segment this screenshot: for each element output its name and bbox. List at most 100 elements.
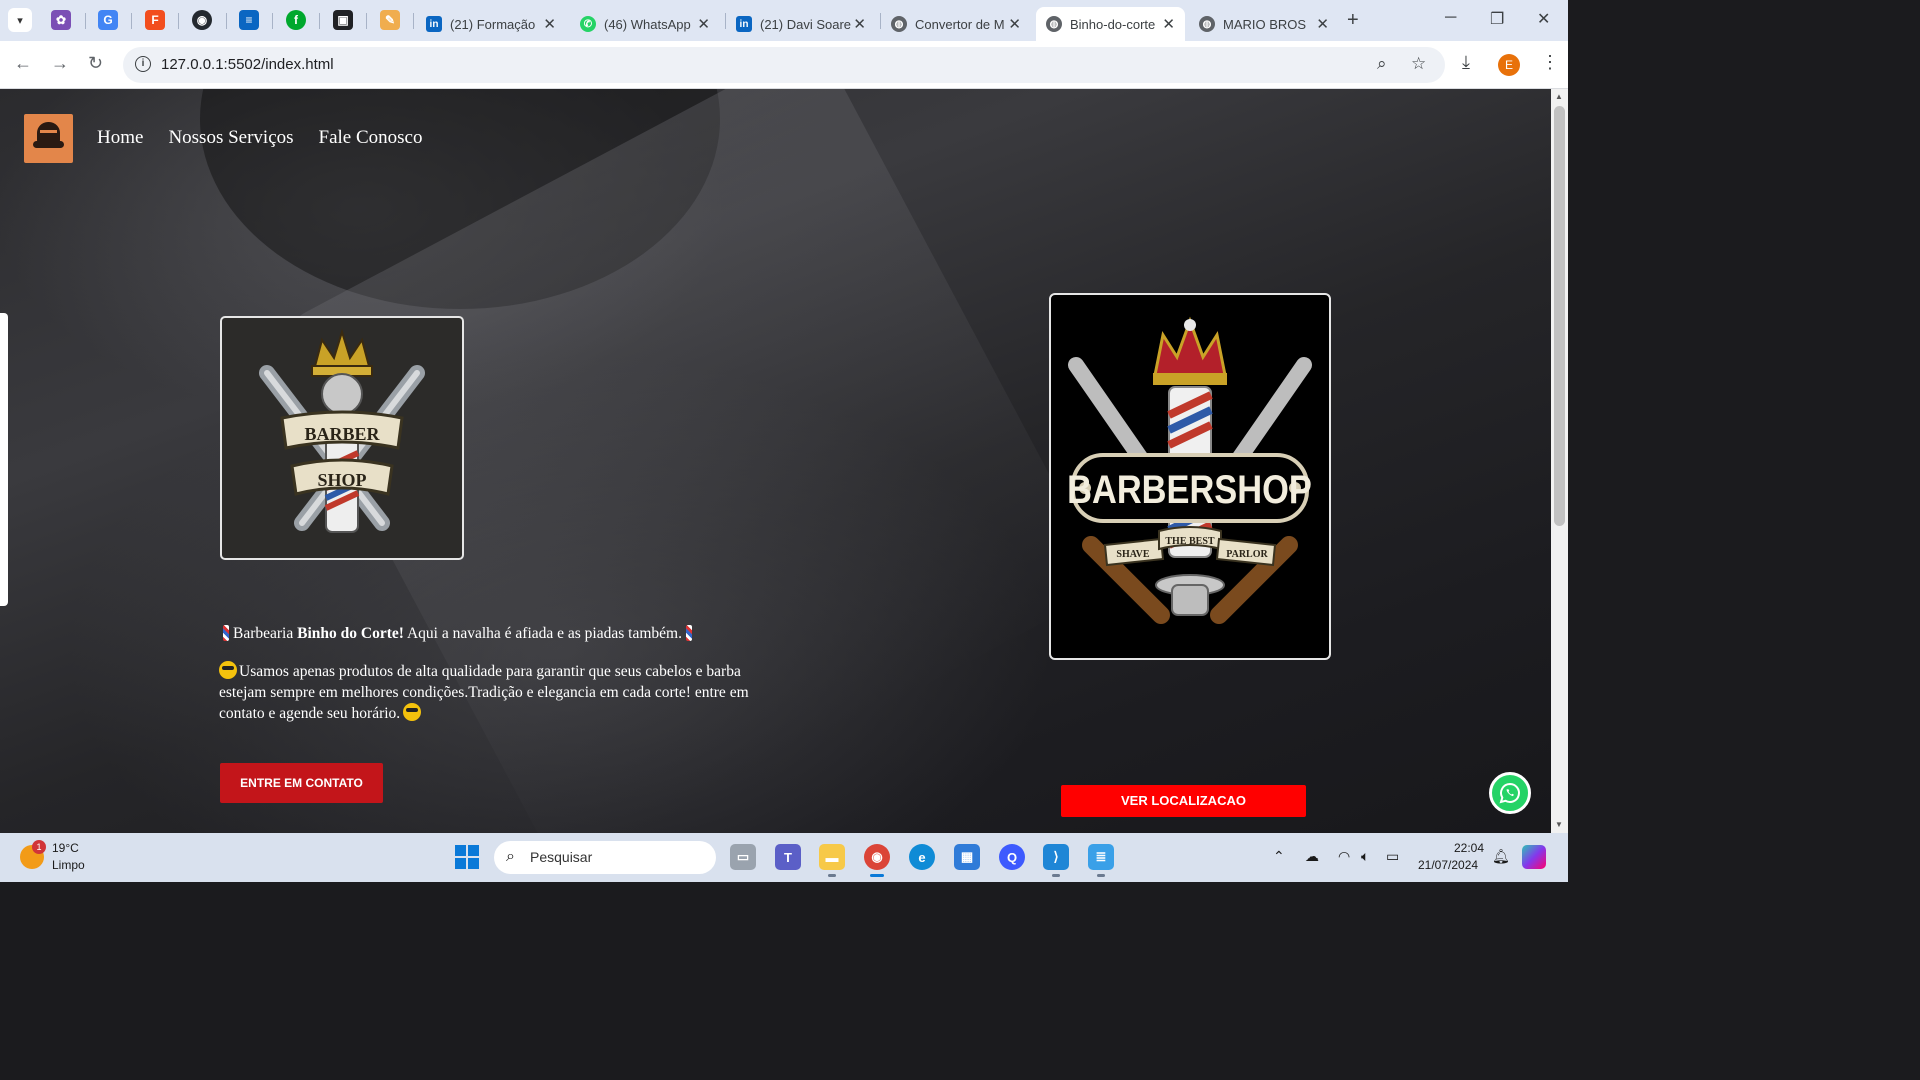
pinned-tab-github[interactable]: ◉ xyxy=(192,10,212,30)
shop-name: Binho do Corte! xyxy=(297,625,404,642)
intro-line: Barbearia Binho do Corte! Aqui a navalha… xyxy=(219,623,779,644)
barber-pole-icon xyxy=(685,625,692,641)
scroll-up-icon[interactable]: ▲ xyxy=(1555,92,1563,101)
tab-convertor[interactable]: ◍ Convertor de M ✕ xyxy=(881,7,1031,41)
copilot-icon[interactable] xyxy=(1522,845,1546,869)
linkedin-icon: in xyxy=(736,16,752,32)
notification-bell-icon[interactable]: 🔔︎ xyxy=(1492,848,1510,865)
windows-start-icon[interactable] xyxy=(455,845,479,869)
pinned-tab-docs[interactable]: ≡ xyxy=(239,10,259,30)
globe-icon: ◍ xyxy=(891,16,907,32)
address-bar[interactable]: i 127.0.0.1:5502/index.html ⌕ ☆ xyxy=(123,47,1445,83)
forward-icon[interactable]: → xyxy=(51,53,69,74)
barber-shop-logo-image: BARBER SHOP xyxy=(259,328,425,533)
search-placeholder: Pesquisar xyxy=(530,849,593,865)
pinned-tab-translate[interactable]: G xyxy=(98,10,118,30)
search-icon: ⌕ xyxy=(506,848,515,865)
scroll-thumb[interactable] xyxy=(1554,106,1565,526)
bookmark-star-icon[interactable]: ☆ xyxy=(1411,54,1426,74)
contact-button[interactable]: ENTRE EM CONTATO xyxy=(220,763,383,803)
browser-toolbar: ← → ↻ i 127.0.0.1:5502/index.html ⌕ ☆ ⤓ … xyxy=(0,41,1568,89)
tab-search-button[interactable]: ▾ xyxy=(8,8,32,32)
taskbar: 1 19°C Limpo ⌕ Pesquisar ▭ T ▬ ◉ e ▦ Q ⟩… xyxy=(0,833,1568,882)
close-window-icon[interactable]: ✕ xyxy=(1537,9,1550,29)
close-icon[interactable]: ✕ xyxy=(697,15,710,33)
reload-icon[interactable]: ↻ xyxy=(88,53,103,74)
tab-title: (21) Formação xyxy=(450,16,536,32)
close-icon[interactable]: ✕ xyxy=(1008,15,1021,33)
page-viewport: Home Nossos Serviços Fale Conosco BARBER… xyxy=(0,89,1551,833)
intro-suffix: Aqui a navalha é afiada e as piadas tamb… xyxy=(403,625,682,642)
clock-time[interactable]: 22:04 xyxy=(1440,841,1484,855)
restore-icon[interactable]: ❐ xyxy=(1490,9,1504,29)
tab-title: Convertor de M xyxy=(915,16,1005,32)
weather-description[interactable]: Limpo xyxy=(52,858,85,872)
tab-title: (46) WhatsApp xyxy=(604,16,691,32)
teams-icon[interactable]: T xyxy=(775,844,801,870)
tab-whatsapp[interactable]: ✆ (46) WhatsApp ✕ xyxy=(570,7,720,41)
app-q-icon[interactable]: Q xyxy=(999,844,1025,870)
page-scrollbar[interactable]: ▲ ▼ xyxy=(1551,89,1568,833)
taskbar-search[interactable]: ⌕ Pesquisar xyxy=(494,841,716,874)
intro-text: Barbearia Binho do Corte! Aqui a navalha… xyxy=(219,623,779,724)
file-explorer-icon[interactable]: ▬ xyxy=(819,844,845,877)
task-view-icon[interactable]: ▭ xyxy=(730,844,756,870)
logo-text-barbershop: BARBERSHOP xyxy=(1067,467,1312,512)
sunglasses-emoji-icon xyxy=(403,703,422,721)
globe-icon: ◍ xyxy=(1046,16,1062,32)
whatsapp-float-button[interactable] xyxy=(1489,772,1531,814)
close-icon[interactable]: ✕ xyxy=(1316,15,1329,33)
globe-icon: ◍ xyxy=(1199,16,1215,32)
tab-formacao[interactable]: in (21) Formação ✕ xyxy=(416,7,566,41)
site-navbar: Home Nossos Serviços Fale Conosco xyxy=(24,113,448,163)
barber-shop-logo-card: BARBER SHOP xyxy=(220,316,464,560)
url-text[interactable]: 127.0.0.1:5502/index.html xyxy=(161,56,334,73)
weather-temperature[interactable]: 19°C xyxy=(52,841,79,855)
pinned-tab-1[interactable]: ✿ xyxy=(51,10,71,30)
close-icon[interactable]: ✕ xyxy=(853,15,866,33)
pinned-tab-dark[interactable]: ▣ xyxy=(333,10,353,30)
nav-home[interactable]: Home xyxy=(97,127,143,149)
new-tab-button[interactable]: + xyxy=(1347,9,1359,32)
tab-davi[interactable]: in (21) Davi Soare ✕ xyxy=(726,7,876,41)
logo-text-shop: SHOP xyxy=(317,470,366,490)
close-icon[interactable]: ✕ xyxy=(1162,15,1175,33)
intro-prefix: Barbearia xyxy=(233,625,298,642)
back-icon[interactable]: ← xyxy=(14,53,32,74)
tab-mario-bros[interactable]: ◍ MARIO BROS ✕ xyxy=(1189,7,1339,41)
volume-icon[interactable]: 🔈︎ xyxy=(1361,848,1369,865)
site-logo[interactable] xyxy=(24,113,73,163)
pinned-tab-figma[interactable]: F xyxy=(145,10,165,30)
tray-chevron-icon[interactable]: ⌃ xyxy=(1273,848,1285,865)
linkedin-icon: in xyxy=(426,16,442,32)
wifi-icon[interactable]: ◠ xyxy=(1338,848,1350,865)
pinned-tab-orange[interactable]: ✎ xyxy=(380,10,400,30)
location-button[interactable]: VER LOCALIZACAO xyxy=(1061,785,1306,817)
nav-fale-conosco[interactable]: Fale Conosco xyxy=(319,127,423,149)
tab-binho-do-corte[interactable]: ◍ Binho-do-corte ✕ xyxy=(1036,7,1185,41)
tab-title: Binho-do-corte xyxy=(1070,16,1156,32)
close-icon[interactable]: ✕ xyxy=(543,15,556,33)
store-icon[interactable]: ▦ xyxy=(954,844,980,870)
vscode-icon[interactable]: ⟩ xyxy=(1043,844,1069,877)
side-tab[interactable] xyxy=(0,313,8,606)
download-icon[interactable]: ⤓ xyxy=(1462,52,1470,73)
profile-avatar[interactable]: E xyxy=(1498,54,1520,76)
notepad-icon[interactable]: ≣ xyxy=(1088,844,1114,877)
minimize-icon[interactable]: ─ xyxy=(1445,9,1456,27)
tab-title: (21) Davi Soare xyxy=(760,16,852,32)
onedrive-icon[interactable]: ☁ xyxy=(1305,848,1319,865)
description-text: Usamos apenas produtos de alta qualidade… xyxy=(219,663,749,722)
chrome-icon[interactable]: ◉ xyxy=(864,844,890,877)
menu-dots-icon[interactable]: ⋮ xyxy=(1541,52,1559,73)
logo-text-barber: BARBER xyxy=(304,424,380,444)
zoom-icon[interactable]: ⌕ xyxy=(1377,54,1387,74)
battery-icon[interactable]: ▭ xyxy=(1386,848,1399,865)
scroll-down-icon[interactable]: ▼ xyxy=(1555,820,1563,829)
edge-icon[interactable]: e xyxy=(909,844,935,870)
pinned-tab-green[interactable]: f xyxy=(286,10,306,30)
site-info-icon[interactable]: i xyxy=(135,56,151,72)
clock-date[interactable]: 21/07/2024 xyxy=(1418,858,1478,872)
nav-servicos[interactable]: Nossos Serviços xyxy=(168,127,293,149)
barbershop-logo-image: BARBERSHOP SHAVE THE BEST PARLOR xyxy=(1067,316,1312,624)
